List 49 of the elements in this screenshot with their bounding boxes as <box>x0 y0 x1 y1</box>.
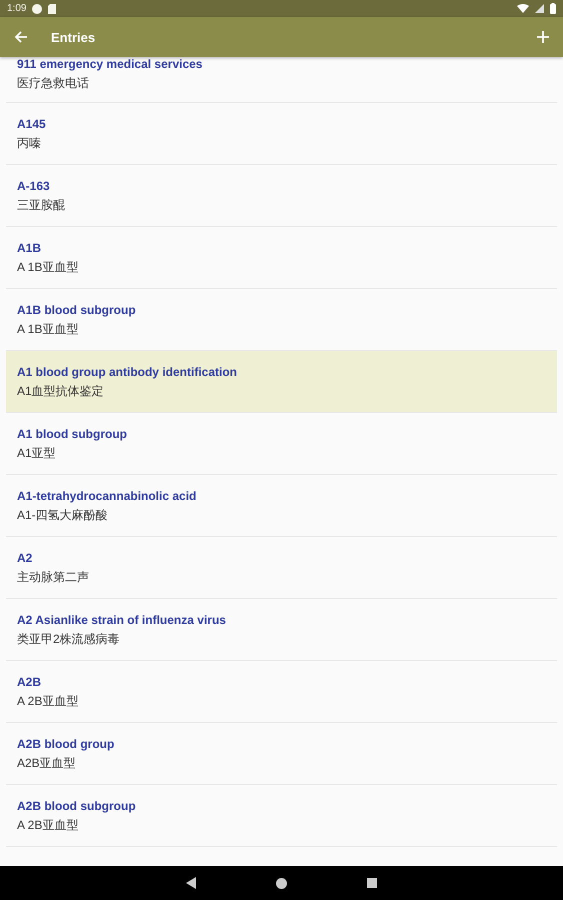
entry-term: A2B <box>17 675 42 689</box>
entry-translation: 三亚胺醌 <box>17 197 66 214</box>
entry-row[interactable]: A1-tetrahydrocannabinolic acid A1-四氢大麻酚酸 <box>6 475 557 537</box>
entry-translation: A 1B亚血型 <box>17 321 80 338</box>
entry-translation: A 1B亚血型 <box>17 259 80 276</box>
entry-term: A2B blood subgroup <box>17 799 137 813</box>
back-icon[interactable] <box>186 877 196 889</box>
entry-row[interactable]: A2B blood subgroup A 2B亚血型 <box>6 785 557 847</box>
back-arrow-icon[interactable] <box>14 30 28 44</box>
status-time: 1:09 <box>7 3 26 14</box>
entry-term: A145 <box>17 117 47 131</box>
entry-row[interactable]: 911 emergency medical services 医疗急救电话 <box>6 57 557 103</box>
entry-row[interactable]: A2B blood group A2B亚血型 <box>6 723 557 785</box>
entry-row[interactable]: A145 丙嗪 <box>6 103 557 165</box>
entry-term: A-163 <box>17 179 51 193</box>
entry-term: A1-tetrahydrocannabinolic acid <box>17 489 198 503</box>
entry-term: A2 Asianlike strain of influenza virus <box>17 613 227 627</box>
battery-icon <box>550 3 556 14</box>
entry-translation: A1血型抗体鉴定 <box>17 383 105 400</box>
entry-term: A1B blood subgroup <box>17 303 137 317</box>
entry-term: 911 emergency medical services <box>17 57 204 71</box>
entry-row[interactable]: A2B A 2B亚血型 <box>6 661 557 723</box>
entry-row[interactable]: A-163 三亚胺醌 <box>6 165 557 227</box>
entry-row[interactable]: A1 blood subgroup A1亚型 <box>6 413 557 475</box>
entry-row[interactable]: A1 blood group antibody identification A1血型抗体鉴定 <box>6 351 557 413</box>
entry-term: A1 blood subgroup <box>17 427 128 441</box>
entry-term: A1 blood group antibody identification <box>17 365 238 379</box>
entry-translation: 主动脉第二声 <box>17 569 90 586</box>
wifi-icon <box>517 4 529 13</box>
notification-icon <box>32 4 42 14</box>
entry-row[interactable]: A2 主动脉第二声 <box>6 537 557 599</box>
home-icon[interactable] <box>276 878 287 888</box>
entry-row[interactable]: A2 Asianlike strain of influenza virus 类亚甲2株流感病毒 <box>6 599 557 661</box>
signal-icon <box>535 4 544 13</box>
entry-translation: A 2B亚血型 <box>17 693 80 710</box>
entry-translation: A 2B亚血型 <box>17 817 80 834</box>
screen-title: Entries <box>51 30 96 44</box>
entry-translation: 丙嗪 <box>17 135 42 152</box>
add-icon[interactable] <box>537 31 549 43</box>
entry-term: A1B <box>17 241 42 255</box>
entry-term: A2 <box>17 551 34 565</box>
entry-row[interactable]: A1B A 1B亚血型 <box>6 227 557 289</box>
entry-translation: 医疗急救电话 <box>17 75 90 92</box>
entry-term: A2B blood group <box>17 737 116 751</box>
sd-card-icon <box>48 4 56 14</box>
entry-translation: A1亚型 <box>17 445 57 462</box>
entry-translation: A1-四氢大麻酚酸 <box>17 507 109 524</box>
entry-translation: A2B亚血型 <box>17 755 77 772</box>
entry-translation: 类亚甲2株流感病毒 <box>17 631 121 648</box>
